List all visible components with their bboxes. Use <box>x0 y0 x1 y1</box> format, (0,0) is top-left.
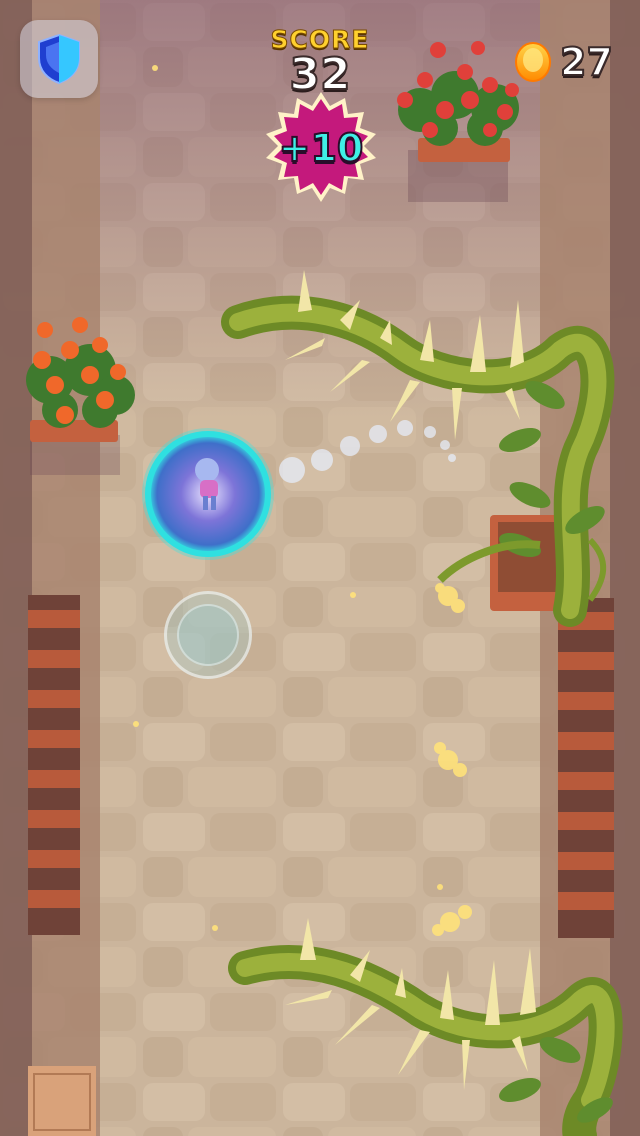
right-brick-pillar <box>558 598 614 938</box>
left-brick-pillar <box>28 595 80 935</box>
joystick-knob[interactable] <box>177 604 239 666</box>
bonus-points-text: +10 <box>278 125 365 171</box>
bonus-badge: +10 <box>258 92 384 204</box>
shield-button[interactable] <box>20 20 98 98</box>
shield-icon <box>38 33 80 85</box>
coin-count: 27 <box>559 39 614 85</box>
joystick[interactable] <box>164 591 252 679</box>
score-display: SCORE 32 <box>240 25 400 99</box>
coin-icon <box>515 42 551 82</box>
player-bubble <box>142 428 274 560</box>
coin-counter: 27 <box>514 39 614 85</box>
wall-sign <box>28 1066 96 1136</box>
